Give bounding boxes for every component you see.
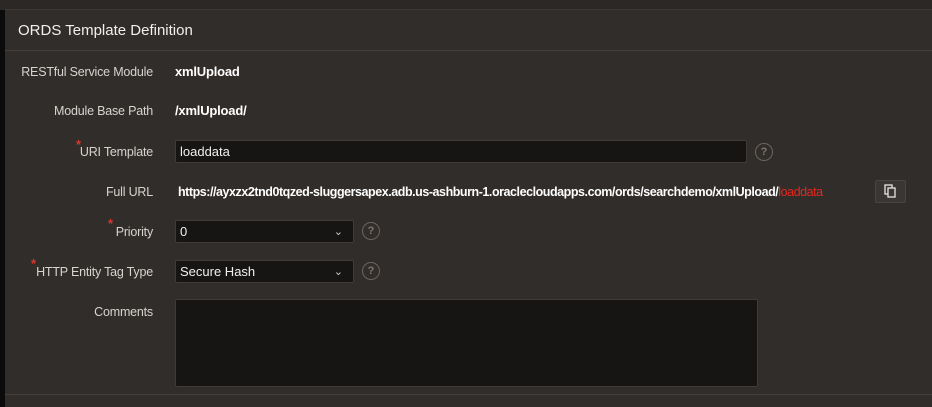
uri-template-label: URI Template (79, 145, 153, 159)
base-path-label: Module Base Path (54, 104, 153, 118)
comments-label: Comments (94, 305, 153, 319)
uri-template-input[interactable]: loaddata (175, 140, 747, 163)
comments-textarea[interactable] (175, 299, 758, 387)
divider (5, 394, 932, 395)
copy-icon (884, 184, 896, 198)
help-icon[interactable]: ? (362, 222, 380, 240)
etag-value: Secure Hash (180, 264, 256, 279)
region-header: ORDS Template Definition (5, 10, 932, 51)
chevron-down-icon: ⌄ (333, 266, 343, 278)
priority-select[interactable]: 0 ⌄ (175, 220, 354, 243)
etag-label: HTTP Entity Tag Type (36, 265, 153, 279)
full-url-value: https://ayxzx2tnd0tqzed-sluggersapex.adb… (178, 185, 823, 199)
uri-template-value: loaddata (180, 144, 230, 159)
full-url-suffix: loaddata (778, 185, 823, 199)
module-label: RESTful Service Module (21, 65, 153, 79)
module-value: xmlUpload (175, 64, 240, 79)
priority-label: Priority (115, 225, 153, 239)
chevron-down-icon: ⌄ (333, 226, 343, 238)
required-indicator: * (108, 216, 114, 231)
priority-value: 0 (180, 224, 188, 239)
base-path-value: /xmlUpload/ (175, 103, 247, 118)
help-icon[interactable]: ? (362, 262, 380, 280)
help-icon[interactable]: ? (755, 143, 773, 161)
full-url-label: Full URL (105, 185, 153, 199)
region-title: ORDS Template Definition (18, 22, 193, 39)
copy-url-button[interactable] (875, 180, 906, 203)
etag-select[interactable]: Secure Hash ⌄ (175, 260, 354, 283)
full-url-prefix: https://ayxzx2tnd0tqzed-sluggersapex.adb… (178, 185, 779, 199)
